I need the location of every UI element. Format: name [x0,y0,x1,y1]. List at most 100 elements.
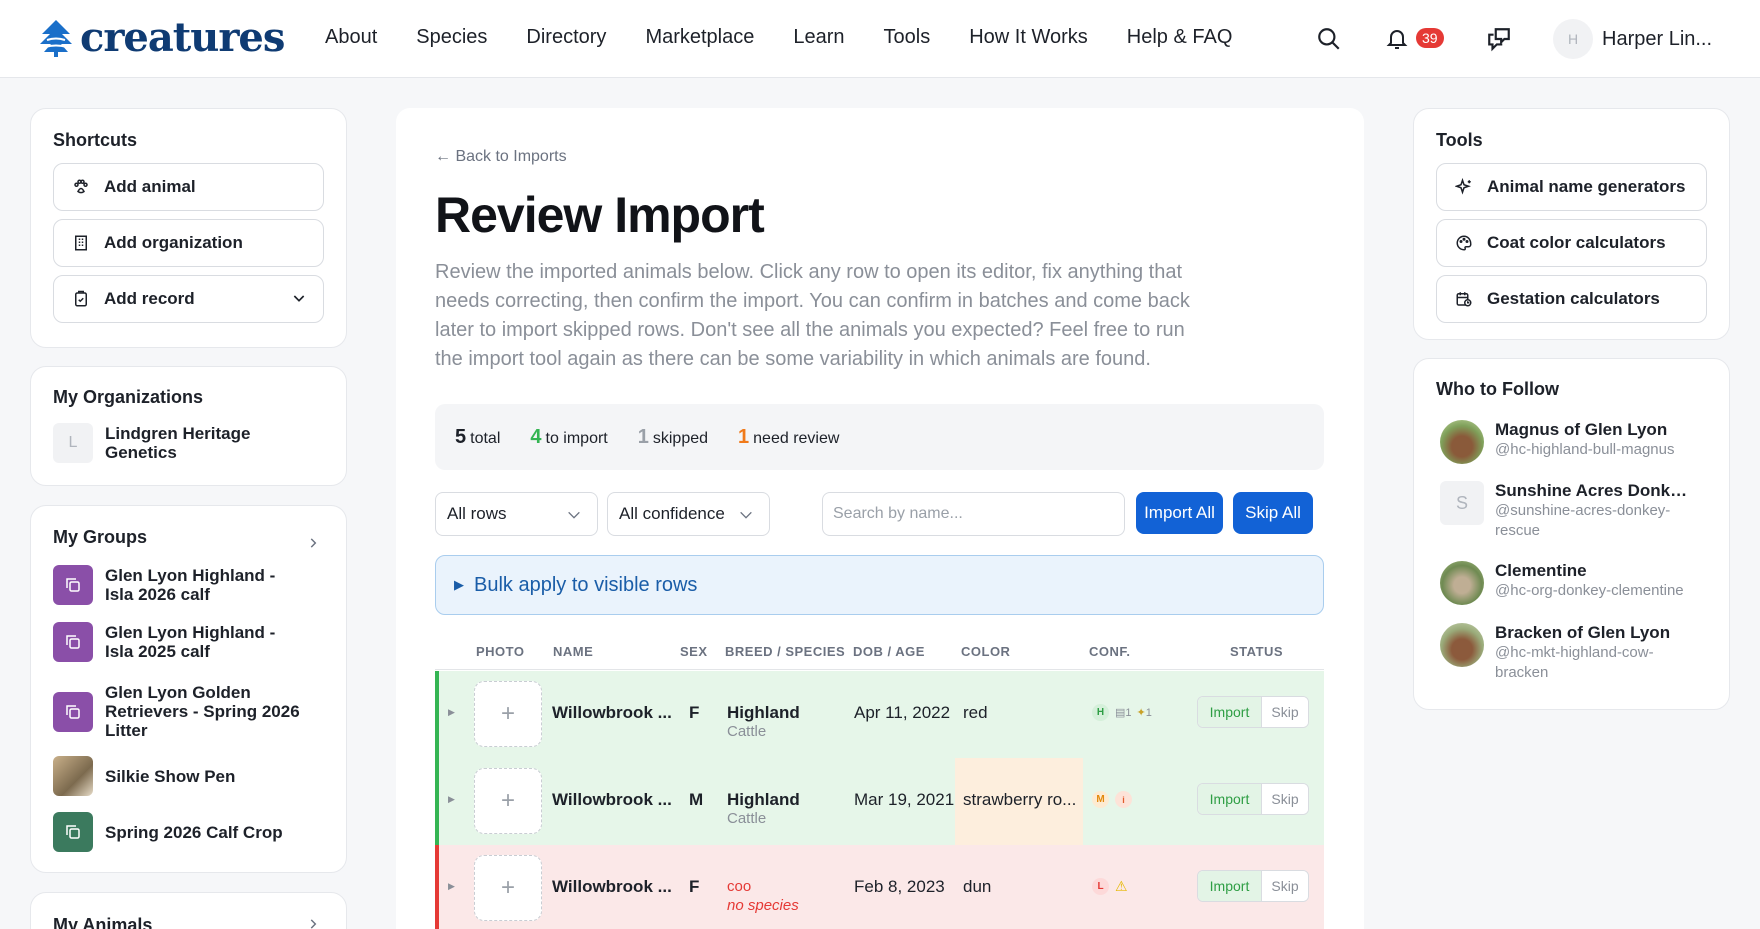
animal-sex: M [689,790,704,809]
nav-species[interactable]: Species [416,26,487,49]
follow-suggestion[interactable]: S Sunshine Acres Donkey ... @sunshine-acr… [1440,481,1695,541]
tool-label: Animal name generators [1487,177,1686,196]
row-import-button[interactable]: Import [1198,871,1262,901]
group-item[interactable]: Silkie Show Pen [53,756,305,796]
table-header: PHOTO NAME SEX BREED / SPECIES DOB / AGE… [435,638,1324,670]
top-navigation-bar: creatures About Species Directory Market… [0,0,1760,78]
row-skip-button[interactable]: Skip [1262,784,1308,814]
add-animal-button[interactable]: Add animal [53,163,324,211]
my-organizations-title: My Organizations [53,387,204,407]
animal-color: strawberry ro... [963,790,1077,809]
confidence-filter-select[interactable]: All confidence [607,492,770,536]
calendar-icon: ▤1 [1115,707,1132,719]
warning-icon: ⚠ [1115,878,1128,894]
follow-avatar [1440,561,1484,605]
chevron-right-icon[interactable] [306,536,320,555]
nav-about[interactable]: About [325,26,377,49]
info-icon: i [1115,791,1132,808]
follow-handle: @hc-org-donkey-clementine [1495,582,1684,599]
nav-help-faq[interactable]: Help & FAQ [1127,26,1233,49]
table-row[interactable]: ▶ + Willowbrook ... M Highland Cattle Ma… [435,758,1324,845]
add-organization-button[interactable]: Add organization [53,219,324,267]
group-name: Glen Lyon Highland - Isla 2025 calf [105,623,276,661]
group-photo [53,756,93,796]
animal-species: no species [727,897,799,914]
skip-all-button[interactable]: Skip All [1233,492,1313,534]
col-color: COLOR [961,644,1011,659]
my-groups-title: My Groups [53,527,148,547]
messages-icon[interactable] [1484,24,1514,54]
row-import-button[interactable]: Import [1198,697,1262,727]
nav-how-it-works[interactable]: How It Works [969,26,1088,49]
group-item[interactable]: Glen Lyon Golden Retrievers - Spring 202… [53,683,305,740]
add-photo-button[interactable]: + [474,855,542,921]
import-all-button[interactable]: Import All [1136,492,1223,534]
gestation-calculators-button[interactable]: Gestation calculators [1436,275,1707,323]
paw-icon [72,178,90,196]
group-name: Silkie Show Pen [105,766,236,786]
confidence-medium-badge: M [1092,791,1109,808]
stat-import-label: to import [545,429,608,447]
col-status: STATUS [1230,644,1284,659]
shortcuts-title: Shortcuts [53,130,138,150]
nav-learn[interactable]: Learn [793,26,844,49]
animal-breed: Highland [727,790,800,809]
chevron-right-icon[interactable] [306,917,320,929]
follow-name: Clementine [1495,561,1587,580]
organization-item[interactable]: L Lindgren Heritage Genetics [53,423,305,463]
page-title: Review Import [435,187,765,243]
brand-logo[interactable]: creatures [38,14,285,61]
animal-breed-species: Highland Cattle [727,790,800,828]
add-record-dropdown[interactable]: Add record [53,275,324,323]
confidence-indicators: H ▤1 ✦1 [1092,704,1157,721]
group-icon [53,812,93,852]
back-to-imports-link[interactable]: ← Back to Imports [435,148,567,166]
row-expand-icon[interactable]: ▶ [448,707,455,718]
row-skip-button[interactable]: Skip [1262,697,1308,727]
nav-marketplace[interactable]: Marketplace [645,26,754,49]
follow-suggestion[interactable]: Bracken of Glen Lyon @hc-mkt-highland-cow… [1440,623,1695,683]
animal-name: Willowbrook ... [552,877,672,896]
animal-breed: coo [727,878,752,895]
add-photo-button[interactable]: + [474,681,542,747]
follow-name: Bracken of Glen Lyon [1495,623,1671,642]
coat-color-calculators-button[interactable]: Coat color calculators [1436,219,1707,267]
row-expand-icon[interactable]: ▶ [448,881,455,892]
sparkle-icon [1455,178,1473,196]
bulk-apply-toggle[interactable]: ▶ Bulk apply to visible rows [435,555,1324,615]
group-item[interactable]: Spring 2026 Calf Crop [53,812,305,852]
follow-name: Magnus of Glen Lyon [1495,420,1668,439]
animal-dob: Mar 19, 2021 [854,790,955,809]
review-import-panel: ← Back to Imports Review Import Review t… [396,108,1364,929]
nav-directory[interactable]: Directory [526,26,606,49]
animal-species: Cattle [727,723,767,740]
animal-name-generators-button[interactable]: Animal name generators [1436,163,1707,211]
user-avatar[interactable]: H [1553,19,1593,59]
follow-suggestion[interactable]: Clementine @hc-org-donkey-clementine [1440,561,1695,605]
table-row[interactable]: ▶ + Willowbrook ... F Highland Cattle Ap… [435,671,1324,758]
table-row[interactable]: ▶ + Willowbrook ... F coo no species Feb… [435,845,1324,929]
animal-breed-species: Highland Cattle [727,703,800,741]
row-skip-button[interactable]: Skip [1262,871,1308,901]
add-photo-button[interactable]: + [474,768,542,834]
group-item[interactable]: Glen Lyon Highland - Isla 2026 calf [53,565,305,605]
medal-icon: ✦1 [1136,707,1152,719]
group-item[interactable]: Glen Lyon Highland - Isla 2025 calf [53,622,305,662]
search-icon[interactable] [1314,24,1344,54]
stat-skipped-count: 1 [637,425,649,448]
row-import-button[interactable]: Import [1198,784,1262,814]
who-to-follow-card: Who to Follow Magnus of Glen Lyon @hc-hig… [1413,358,1730,710]
col-photo: PHOTO [476,644,525,659]
row-expand-icon[interactable]: ▶ [448,794,455,805]
bell-icon[interactable] [1382,24,1412,54]
nav-tools[interactable]: Tools [884,26,931,49]
group-name: Spring 2026 Calf Crop [105,822,283,842]
stat-skipped-label: skipped [652,429,709,447]
follow-avatar [1440,420,1484,464]
user-name[interactable]: Harper Lin... [1602,28,1712,51]
follow-suggestion[interactable]: Magnus of Glen Lyon @hc-highland-bull-mag… [1440,420,1695,464]
search-by-name-input[interactable] [822,492,1125,536]
row-status-bar [435,845,439,929]
animal-dob: Feb 8, 2023 [854,877,945,896]
rows-filter-select[interactable]: All rows [435,492,598,536]
